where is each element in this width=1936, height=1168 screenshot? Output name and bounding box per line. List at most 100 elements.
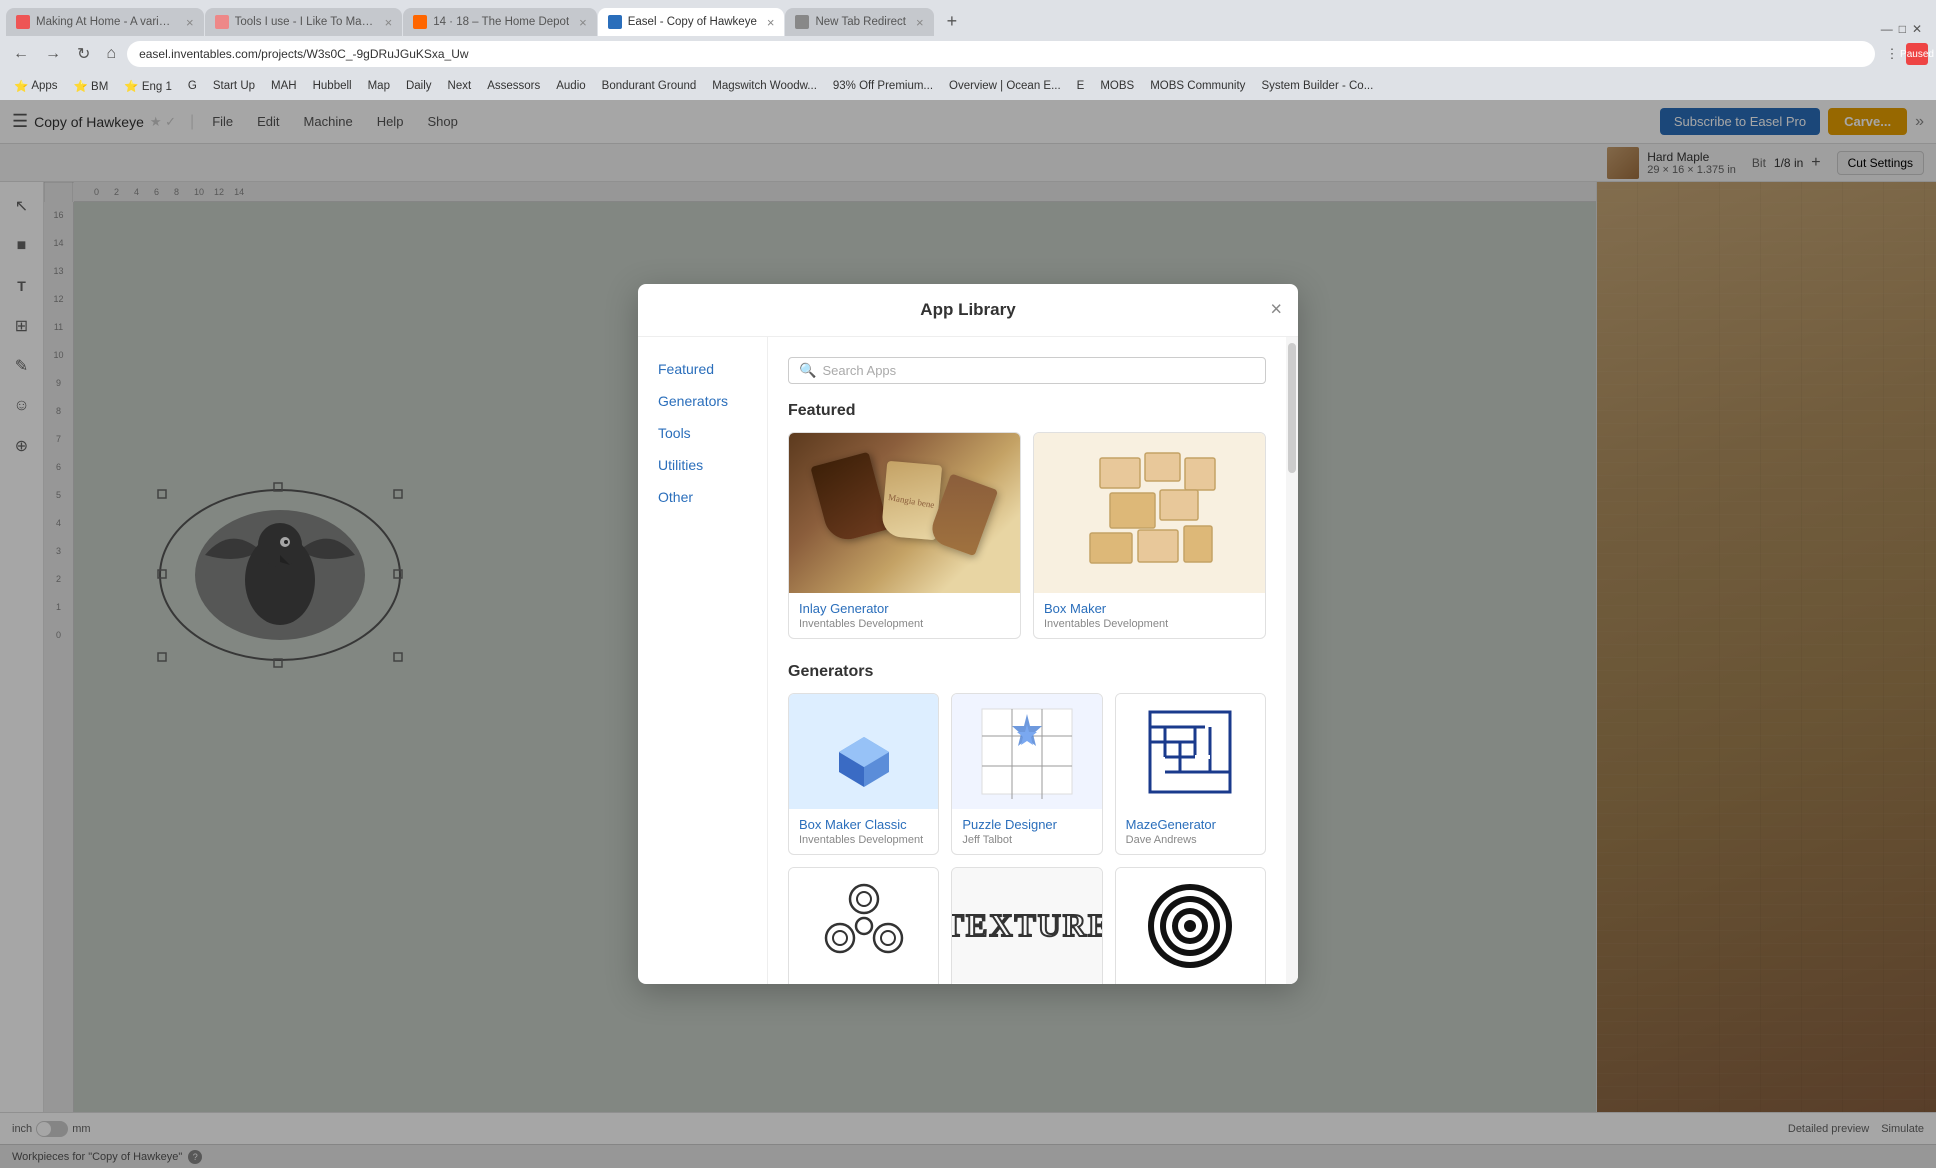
tab-4-title: Easel - Copy of Hawkeye <box>628 16 757 28</box>
bookmark-map[interactable]: Map <box>362 78 396 94</box>
modal-close-button[interactable]: × <box>1270 299 1282 322</box>
tab-4-close[interactable]: × <box>767 15 775 30</box>
reload-button[interactable]: ↻ <box>72 42 95 66</box>
nav-bar: ← → ↻ ⌂ ⋮ Paused <box>0 36 1936 72</box>
nav-icons: ⋮ Paused <box>1881 43 1928 65</box>
bookmark-magswitch[interactable]: Magswitch Woodw... <box>706 78 823 94</box>
tab-3-close[interactable]: × <box>579 15 587 30</box>
modal-main-content: 🔍 Featured Mangia bene <box>768 337 1286 984</box>
spinner-image <box>789 868 938 983</box>
nav-generators[interactable]: Generators <box>638 385 767 417</box>
boxclassic-name: Box Maker Classic <box>799 817 928 832</box>
forward-button[interactable]: → <box>40 43 66 65</box>
maze-name: MazeGenerator <box>1126 817 1255 832</box>
bookmark-eng1[interactable]: ⭐ Eng 1 <box>118 77 178 95</box>
bookmark-bm[interactable]: ⭐ BM <box>68 77 115 95</box>
nav-tools[interactable]: Tools <box>638 417 767 449</box>
app-card-boxmaker[interactable]: Box Maker Inventables Development <box>1033 432 1266 639</box>
tab-1[interactable]: Making At Home - A variety of p... × <box>6 8 204 36</box>
home-button[interactable]: ⌂ <box>101 43 121 65</box>
tab-2-close[interactable]: × <box>385 15 393 30</box>
tab-5[interactable]: New Tab Redirect × <box>785 8 933 36</box>
boxmaker-author: Inventables Development <box>1044 618 1255 630</box>
modal-sidebar: Featured Generators Tools Utilities Othe… <box>638 337 768 984</box>
inlay-name: Inlay Generator <box>799 601 1010 616</box>
address-bar[interactable] <box>127 41 1875 67</box>
bookmark-e[interactable]: E <box>1071 78 1091 94</box>
bookmark-g[interactable]: G <box>182 78 203 94</box>
nav-other[interactable]: Other <box>638 481 767 513</box>
bookmark-audio[interactable]: Audio <box>550 78 591 94</box>
search-icon: 🔍 <box>799 362 816 379</box>
app-card-puzzle[interactable]: Puzzle Designer Jeff Talbot <box>951 693 1102 855</box>
tab-4[interactable]: Easel - Copy of Hawkeye × <box>598 8 785 36</box>
app-card-spinner[interactable]: Fidget Spinner <box>788 867 939 984</box>
tab-5-favicon <box>795 15 809 29</box>
bookmark-apps[interactable]: ⭐ Apps <box>8 77 64 95</box>
app-library-modal: App Library × Featured Generators Tools … <box>638 284 1298 984</box>
bookmark-mah[interactable]: MAH <box>265 78 303 94</box>
boxclassic-image <box>789 694 938 809</box>
inlay-image: Mangia bene <box>789 433 1020 593</box>
maze-info: MazeGenerator Dave Andrews <box>1116 809 1265 854</box>
maximize-button[interactable]: □ <box>1899 22 1906 36</box>
bookmark-mobs[interactable]: MOBS <box>1094 78 1140 94</box>
tab-3-favicon <box>413 15 427 29</box>
tab-5-close[interactable]: × <box>916 15 924 30</box>
puzzle-info: Puzzle Designer Jeff Talbot <box>952 809 1101 854</box>
boxmaker-image <box>1034 433 1265 593</box>
puzzle-name: Puzzle Designer <box>962 817 1091 832</box>
tab-2-title: Tools I use - I Like To Make Stuff <box>235 16 375 28</box>
texture-visual: TEXTURE <box>952 868 1101 983</box>
new-tab-button[interactable]: + <box>939 7 966 36</box>
maze-image <box>1116 694 1265 809</box>
cube-visual <box>789 694 938 809</box>
inlay-card-info: Inlay Generator Inventables Development <box>789 593 1020 638</box>
scrollbar-track <box>1286 337 1298 984</box>
bookmark-assessors[interactable]: Assessors <box>481 78 546 94</box>
nav-utilities[interactable]: Utilities <box>638 449 767 481</box>
bookmark-bondurant[interactable]: Bondurant Ground <box>596 78 703 94</box>
bookmark-next[interactable]: Next <box>442 78 478 94</box>
tab-5-title: New Tab Redirect <box>815 16 906 28</box>
tab-1-close[interactable]: × <box>186 15 194 30</box>
modal-overlay[interactable]: App Library × Featured Generators Tools … <box>0 100 1936 1168</box>
minimize-button[interactable]: — <box>1881 22 1893 36</box>
bookmark-93off[interactable]: 93% Off Premium... <box>827 78 939 94</box>
window-controls: — □ ✕ <box>1881 22 1930 36</box>
bookmark-startup[interactable]: Start Up <box>207 78 261 94</box>
inlay-visual: Mangia bene <box>789 433 1020 593</box>
bookmark-ocean[interactable]: Overview | Ocean E... <box>943 78 1067 94</box>
spinner-visual <box>789 868 938 983</box>
modal-body: Featured Generators Tools Utilities Othe… <box>638 337 1298 984</box>
tab-2[interactable]: Tools I use - I Like To Make Stuff × <box>205 8 403 36</box>
search-bar: 🔍 <box>788 357 1266 384</box>
app-card-boxclassic[interactable]: Box Maker Classic Inventables Developmen… <box>788 693 939 855</box>
paused-badge[interactable]: Paused <box>1906 43 1928 65</box>
bookmark-daily[interactable]: Daily <box>400 78 438 94</box>
back-button[interactable]: ← <box>8 43 34 65</box>
boxclassic-info: Box Maker Classic Inventables Developmen… <box>789 809 938 854</box>
scrollbar-thumb[interactable] <box>1288 343 1296 473</box>
app-card-maze[interactable]: MazeGenerator Dave Andrews <box>1115 693 1266 855</box>
bullseye-info: Bullseye <box>1116 983 1265 984</box>
app-card-bullseye[interactable]: Bullseye <box>1115 867 1266 984</box>
app-area: ☰ Copy of Hawkeye ★ ✓ | File Edit Machin… <box>0 100 1936 1168</box>
nav-featured[interactable]: Featured <box>638 353 767 385</box>
bookmark-system-builder[interactable]: System Builder - Co... <box>1255 78 1379 94</box>
close-button[interactable]: ✕ <box>1912 22 1922 36</box>
modal-header: App Library × <box>638 284 1298 337</box>
bullseye-visual <box>1116 868 1265 983</box>
tab-3[interactable]: 14 · 18 – The Home Depot × <box>403 8 597 36</box>
inlay-tag1 <box>810 452 889 545</box>
boxmaker-visual <box>1034 433 1265 593</box>
texture-image: TEXTURE <box>952 868 1101 983</box>
search-input[interactable] <box>822 363 1255 378</box>
app-card-texture[interactable]: TEXTURE Texture <box>951 867 1102 984</box>
boxmaker-card-info: Box Maker Inventables Development <box>1034 593 1265 638</box>
app-card-inlay[interactable]: Mangia bene Inlay Generator Inventables … <box>788 432 1021 639</box>
texture-info: Texture <box>952 983 1101 984</box>
bookmark-hubbell[interactable]: Hubbell <box>307 78 358 94</box>
tab-1-favicon <box>16 15 30 29</box>
bookmark-mobs-community[interactable]: MOBS Community <box>1144 78 1251 94</box>
